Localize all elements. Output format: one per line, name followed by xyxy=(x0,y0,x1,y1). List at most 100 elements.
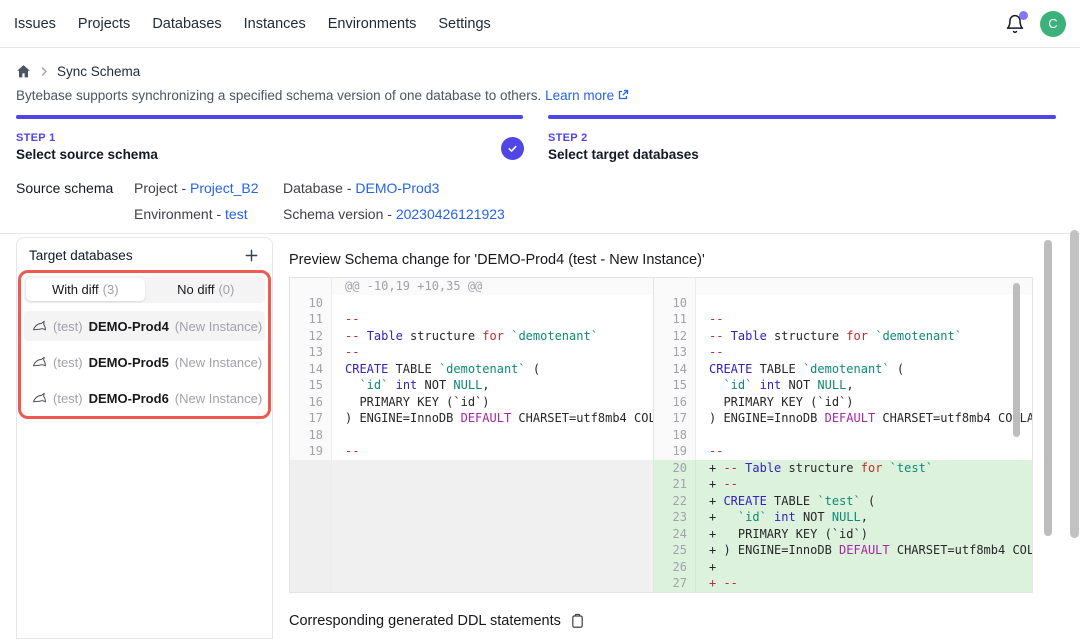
line-number: 25 xyxy=(654,542,696,559)
tab-with-diff[interactable]: With diff(3) xyxy=(26,278,145,301)
ddl-statements-label: Corresponding generated DDL statements xyxy=(289,613,561,629)
database-suffix: (New Instance) xyxy=(175,355,262,370)
diff-row: 14CREATE TABLE `demotenant` ( xyxy=(654,361,1032,378)
preview-panel-scrollbar[interactable] xyxy=(1044,240,1052,536)
line-number: 24 xyxy=(654,526,696,543)
step-2-bar xyxy=(548,115,1056,119)
code-line: ) ENGINE=InnoDB DEFAULT CHARSET=utf8mb4 … xyxy=(332,410,653,427)
source-project-field: Project - Project_B2 xyxy=(134,180,259,196)
step-2: STEP 2 Select target databases xyxy=(548,115,1056,162)
diff-row: 24+ PRIMARY KEY (`id`) xyxy=(654,526,1032,543)
diff-row: 11-- xyxy=(290,311,653,328)
code-line: + ) ENGINE=InnoDB DEFAULT CHARSET=utf8mb… xyxy=(696,542,1032,559)
diff-row: 25+ ) ENGINE=InnoDB DEFAULT CHARSET=utf8… xyxy=(654,542,1032,559)
environment-link[interactable]: test xyxy=(225,206,248,222)
mysql-dolphin-icon xyxy=(32,356,47,369)
section-divider xyxy=(0,233,1080,234)
diff-row: 17) ENGINE=InnoDB DEFAULT CHARSET=utf8mb… xyxy=(290,410,653,427)
line-number: 16 xyxy=(654,394,696,411)
tab-no-diff[interactable]: No diff(0) xyxy=(147,276,266,303)
line-number: 21 xyxy=(654,476,696,493)
code-line: + xyxy=(696,559,1032,576)
nav-item-projects[interactable]: Projects xyxy=(78,16,130,32)
database-row-demo-prod6[interactable]: (test)DEMO-Prod6(New Instance) xyxy=(24,383,265,413)
intro-text: Bytebase supports synchronizing a specif… xyxy=(16,88,629,103)
step-1-title: Select source schema xyxy=(16,147,523,162)
code-line xyxy=(696,278,1032,295)
database-link[interactable]: DEMO-Prod3 xyxy=(355,180,439,196)
line-number: 18 xyxy=(290,427,332,444)
line-number xyxy=(290,278,332,295)
code-line: -- xyxy=(696,443,1032,460)
diff-pane-source[interactable]: @@ -10,19 +10,35 @@1011--12-- Table stru… xyxy=(290,278,654,592)
line-number: 16 xyxy=(290,394,332,411)
database-name: DEMO-Prod4 xyxy=(89,319,169,334)
notification-bell-icon[interactable] xyxy=(1005,14,1025,34)
chevron-right-icon xyxy=(40,66,48,77)
tab-count: (0) xyxy=(218,282,234,297)
database-row-demo-prod4[interactable]: (test)DEMO-Prod4(New Instance) xyxy=(24,311,265,341)
diff-row: 12-- Table structure for `demotenant` xyxy=(654,328,1032,345)
code-line: PRIMARY KEY (`id`) xyxy=(332,394,653,411)
external-link-icon xyxy=(617,89,629,101)
ddl-statements-row: Corresponding generated DDL statements xyxy=(289,613,585,629)
line-number: 10 xyxy=(290,295,332,312)
nav-item-settings[interactable]: Settings xyxy=(438,16,490,32)
step-1-label: STEP 1 xyxy=(16,132,523,144)
avatar[interactable]: C xyxy=(1040,11,1066,37)
code-line: PRIMARY KEY (`id`) xyxy=(696,394,1032,411)
code-line: -- xyxy=(696,311,1032,328)
diff-row: @@ -10,19 +10,35 @@ xyxy=(290,278,653,295)
code-line xyxy=(332,427,653,444)
diff-pane-target[interactable]: 1011--12-- Table structure for `demotena… xyxy=(654,278,1032,592)
code-line xyxy=(332,295,653,312)
line-number: 23 xyxy=(654,509,696,526)
step-1-check-icon xyxy=(501,137,524,160)
code-line: + PRIMARY KEY (`id`) xyxy=(696,526,1032,543)
nav-item-instances[interactable]: Instances xyxy=(244,16,306,32)
code-line: -- Table structure for `demotenant` xyxy=(696,328,1032,345)
project-link[interactable]: Project_B2 xyxy=(190,180,258,196)
target-databases-title: Target databases xyxy=(29,248,133,263)
code-line: ) ENGINE=InnoDB DEFAULT CHARSET=utf8mb4 … xyxy=(696,410,1032,427)
code-line: @@ -10,19 +10,35 @@ xyxy=(332,278,653,295)
page-scrollbar[interactable] xyxy=(1070,230,1079,538)
database-suffix: (New Instance) xyxy=(175,391,262,406)
line-number: 10 xyxy=(654,295,696,312)
database-name: DEMO-Prod5 xyxy=(89,355,169,370)
diff-row: 11-- xyxy=(654,311,1032,328)
line-number: 27 xyxy=(654,575,696,592)
learn-more-link[interactable]: Learn more xyxy=(545,88,629,103)
line-number: 15 xyxy=(654,377,696,394)
tab-count: (3) xyxy=(103,282,119,297)
code-line: -- xyxy=(696,344,1032,361)
nav-item-databases[interactable]: Databases xyxy=(152,16,221,32)
nav-item-issues[interactable]: Issues xyxy=(14,16,56,32)
schema-version-link[interactable]: 20230426121923 xyxy=(396,206,505,222)
code-line xyxy=(696,427,1032,444)
line-number: 15 xyxy=(290,377,332,394)
line-number: 17 xyxy=(654,410,696,427)
annotation-highlight-box: With diff(3)No diff(0) (test)DEMO-Prod4(… xyxy=(18,270,271,419)
line-number: 14 xyxy=(290,361,332,378)
copy-ddl-icon[interactable] xyxy=(570,613,585,629)
step-2-title: Select target databases xyxy=(548,147,1056,162)
nav-item-environments[interactable]: Environments xyxy=(328,16,417,32)
diff-pane-scrollbar[interactable] xyxy=(1013,283,1020,437)
diff-row: 23+ `id` int NOT NULL, xyxy=(654,509,1032,526)
home-icon[interactable] xyxy=(16,64,31,79)
add-target-database-button[interactable] xyxy=(243,247,260,264)
database-row-demo-prod5[interactable]: (test)DEMO-Prod5(New Instance) xyxy=(24,347,265,377)
line-number: 12 xyxy=(654,328,696,345)
top-navbar: Issues Projects Databases Instances Environm… xyxy=(0,0,1080,48)
preview-title: Preview Schema change for 'DEMO-Prod4 (t… xyxy=(289,252,705,268)
code-line: + -- Table structure for `test` xyxy=(696,460,1032,477)
code-line: CREATE TABLE `demotenant` ( xyxy=(696,361,1032,378)
line-number: 12 xyxy=(290,328,332,345)
breadcrumb: Sync Schema xyxy=(16,64,140,79)
code-line: `id` int NOT NULL, xyxy=(696,377,1032,394)
source-database-field: Database - DEMO-Prod3 xyxy=(283,180,439,196)
breadcrumb-page[interactable]: Sync Schema xyxy=(57,64,140,79)
source-schema-version-field: Schema version - 20230426121923 xyxy=(283,206,505,222)
code-line: -- xyxy=(332,344,653,361)
